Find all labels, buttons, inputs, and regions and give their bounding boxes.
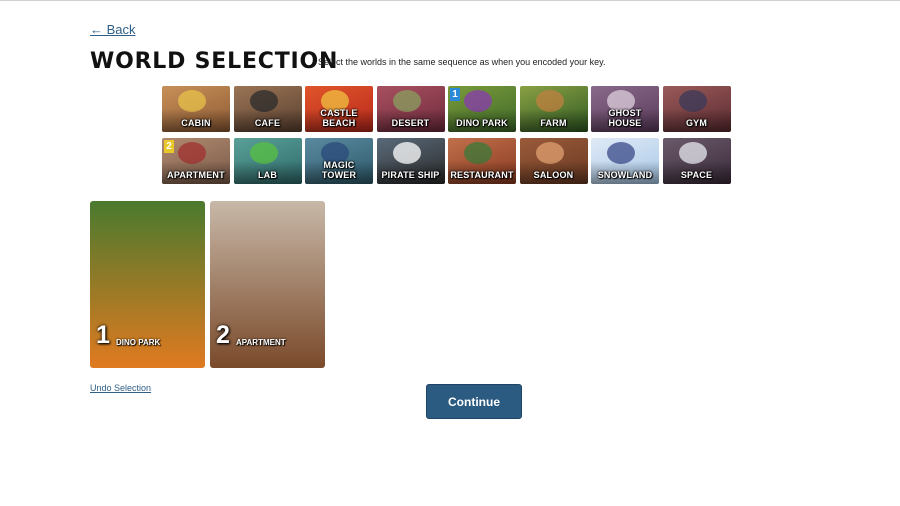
world-tile-apartment[interactable]: 2 APARTMENT	[162, 138, 230, 184]
selection-number: 2	[216, 321, 230, 349]
undo-selection-link[interactable]: Undo Selection	[90, 383, 151, 393]
selected-world-label: APARTMENT	[236, 338, 286, 347]
world-label: CASTLE BEACH	[320, 108, 358, 128]
world-label: SALOON	[533, 170, 574, 180]
instructions-text: Select the worlds in the same sequence a…	[318, 57, 606, 67]
world-label: CAFE	[254, 118, 281, 128]
world-label: MAGIC TOWER	[321, 160, 357, 180]
world-tile-space[interactable]: SPACE	[662, 138, 731, 184]
continue-button[interactable]: Continue	[426, 384, 522, 419]
back-link[interactable]: ← Back	[90, 22, 136, 37]
selected-world-card-1: 1 DINO PARK	[90, 201, 205, 368]
world-tile-farm[interactable]: FARM	[519, 86, 588, 132]
world-label: LAB	[257, 170, 278, 180]
world-grid: CABIN CAFE CASTLE BEACH DESERT 1 DINO PAR…	[162, 86, 731, 184]
world-tile-dino-park[interactable]: 1 DINO PARK	[448, 86, 516, 132]
world-tile-snowland[interactable]: SNOWLAND	[591, 138, 659, 184]
world-label: APARTMENT	[167, 170, 225, 180]
world-label: PIRATE SHIP	[381, 170, 440, 180]
world-tile-magic-tower[interactable]: MAGIC TOWER	[305, 138, 373, 184]
world-label: RESTAURANT	[450, 170, 514, 180]
selection-order-badge: 2	[164, 140, 174, 153]
selected-world-card-2: 2 APARTMENT	[210, 201, 325, 368]
world-tile-restaurant[interactable]: RESTAURANT	[448, 138, 516, 184]
world-label: SPACE	[680, 170, 713, 180]
world-tile-cafe[interactable]: CAFE	[233, 86, 302, 132]
world-tile-cabin[interactable]: CABIN	[162, 86, 230, 132]
world-tile-gym[interactable]: GYM	[662, 86, 731, 132]
selected-world-label: DINO PARK	[116, 338, 161, 347]
page-title: WORLD SELECTION	[90, 49, 339, 74]
world-tile-lab[interactable]: LAB	[233, 138, 302, 184]
world-tile-ghost-house[interactable]: GHOST HOUSE	[591, 86, 659, 132]
selection-order-badge: 1	[450, 88, 460, 101]
world-tile-saloon[interactable]: SALOON	[519, 138, 588, 184]
world-label: FARM	[540, 118, 567, 128]
world-label: SNOWLAND	[597, 170, 653, 180]
world-tile-pirate-ship[interactable]: PIRATE SHIP	[376, 138, 445, 184]
world-label: CABIN	[181, 118, 211, 128]
top-divider	[0, 0, 900, 1]
world-label: GHOST HOUSE	[608, 108, 642, 128]
world-label: DINO PARK	[456, 118, 508, 128]
world-label: DESERT	[391, 118, 430, 128]
selection-number: 1	[96, 321, 110, 349]
world-tile-castle-beach[interactable]: CASTLE BEACH	[305, 86, 373, 132]
world-label: GYM	[685, 118, 708, 128]
world-tile-desert[interactable]: DESERT	[376, 86, 445, 132]
